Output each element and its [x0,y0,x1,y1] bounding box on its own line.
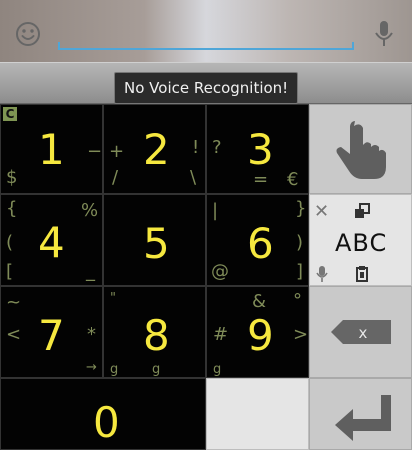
numeric-keyboard: C 1 − $ 2 + ! / \ 3 ? = € 4 { % ( [ _ 5 … [0,104,412,450]
key-4-alt-3: ( [6,232,14,253]
key-7-alt-4: → [86,360,97,375]
svg-text:x: x [359,324,368,342]
microphone-icon[interactable] [370,18,398,50]
key-9-alt-3: ° [293,290,302,311]
key-9[interactable]: 9 & # ° > g [206,286,309,378]
key-1-main: 1 [38,125,65,174]
key-3-main: 3 [247,125,274,174]
key-6-alt-3: ) [296,232,304,253]
key-6-alt-5: ] [296,261,304,282]
key-3-alt-3: € [287,169,299,190]
key-2-alt-3: / [112,167,119,188]
key-3[interactable]: 3 ? = € [206,104,309,194]
key-8-alt-3: g [152,362,161,377]
key-8-alt-1: " [110,291,116,306]
abc-label: ABC [335,229,388,257]
copy-icon[interactable] [353,202,371,220]
key-9-alt-4: > [293,324,309,345]
key-4[interactable]: 4 { % ( [ _ [0,194,103,286]
key-6-alt-2: } [295,198,307,219]
key-4-alt-5: _ [86,261,95,282]
hand-pointer-icon [334,118,390,180]
key-1[interactable]: C 1 − $ [0,104,103,194]
key-9-alt-2: # [213,324,229,345]
key-7-alt-2: < [6,324,22,345]
key-2[interactable]: 2 + ! / \ [103,104,206,194]
enter-icon [331,391,391,443]
delete-key[interactable]: x [309,286,412,378]
input-bar [0,0,412,62]
key-1-alt-1: − [87,141,103,162]
microphone-icon[interactable] [315,265,329,283]
key-0-main: 0 [93,398,120,447]
key-3-alt-1: ? [212,137,222,158]
clear-icon[interactable]: ✕ [314,201,329,222]
swipe-key[interactable] [309,104,412,194]
key-4-alt-2: % [81,200,99,221]
key-2-main: 2 [143,125,170,174]
key-7-main: 7 [38,311,65,360]
clipboard-icon[interactable] [353,265,371,283]
keyboard-mode-badge: C [3,107,17,121]
key-2-alt-1: + [109,141,125,162]
backspace-icon: x [329,318,393,346]
key-6-alt-1: | [212,200,219,221]
key-6-alt-4: @ [211,261,229,282]
key-2-alt-4: \ [190,167,197,188]
key-6-main: 6 [247,219,274,268]
key-4-alt-1: { [6,198,18,219]
key-5[interactable]: 5 [103,194,206,286]
key-4-alt-4: [ [6,261,14,282]
mode-key[interactable]: ✕ ABC [309,194,412,286]
key-1-alt-2: $ [6,167,18,188]
empty-key [206,378,309,450]
key-9-alt-5: g [213,362,222,377]
key-2-alt-2: ! [192,137,200,158]
smile-icon[interactable] [14,20,42,48]
key-0[interactable]: 0 [0,378,206,450]
key-9-alt-1: & [252,291,267,312]
key-4-main: 4 [38,218,65,267]
key-9-main: 9 [247,311,274,360]
text-input[interactable] [58,42,354,50]
key-7-alt-1: ~ [6,292,22,313]
key-6[interactable]: 6 | } ) @ ] [206,194,309,286]
key-8-main: 8 [143,311,170,360]
key-7[interactable]: 7 ~ < * → [0,286,103,378]
enter-key[interactable] [309,378,412,450]
key-3-alt-2: = [253,169,269,190]
key-8-alt-2: g [110,362,119,377]
toast-message: No Voice Recognition! [114,72,299,104]
key-8[interactable]: 8 " g g [103,286,206,378]
key-7-alt-3: * [87,324,96,345]
key-5-main: 5 [143,219,170,268]
